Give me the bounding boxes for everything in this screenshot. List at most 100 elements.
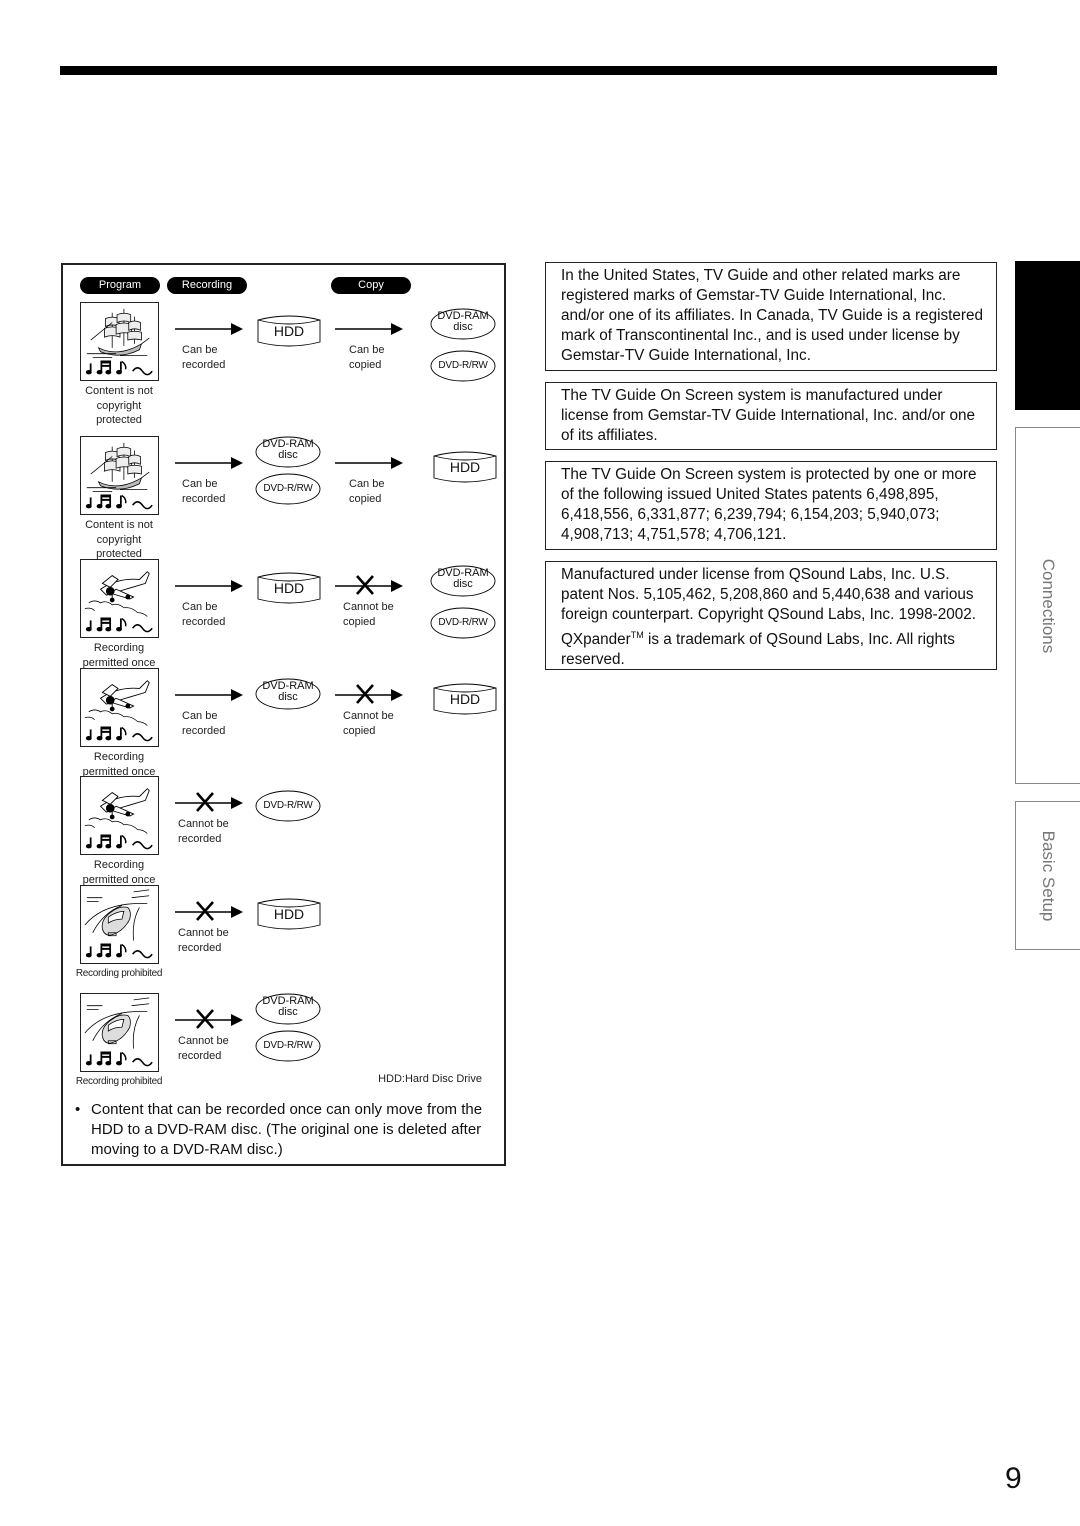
copy-protection-diagram: Program Recording Copy Content is not cop… xyxy=(61,263,506,1166)
table-row: Content is not copyright protected Can be re… xyxy=(63,302,504,426)
header-rule xyxy=(60,66,997,75)
dvd-rrw-label: DVD-R/RW xyxy=(438,360,488,371)
side-tab-basic-setup[interactable]: Basic Setup xyxy=(1015,801,1080,950)
status-line: recorded xyxy=(182,615,226,628)
status-line: copied xyxy=(343,615,376,628)
status-line: Can be xyxy=(182,601,218,613)
hdd-legend-note: HDD:Hard Disc Drive xyxy=(378,1073,482,1085)
status-line: recorded xyxy=(178,832,222,845)
car-picture xyxy=(80,885,159,964)
copy-status-label: Can be copied xyxy=(349,343,384,372)
dvd-rrw-disc-icon: DVD-R/RW xyxy=(430,607,496,639)
program-caption: Content is not copyright protected xyxy=(67,518,171,562)
side-tab-active[interactable] xyxy=(1015,261,1080,410)
dvd-ram-disc-icon: DVD-RAM disc xyxy=(430,308,496,340)
caption-line: Recording xyxy=(93,642,145,654)
hdd-label: HDD xyxy=(273,323,305,339)
move-note: • Content that can be recorded once can … xyxy=(75,1100,505,1160)
dvd-ram-sublabel: disc xyxy=(278,449,298,461)
status-line: Can be xyxy=(349,344,385,356)
program-caption: Recording permitted once xyxy=(67,750,171,779)
record-blocked-arrow xyxy=(175,901,243,921)
dvd-rrw-label: DVD-R/RW xyxy=(263,1040,313,1051)
status-line: recorded xyxy=(182,358,226,371)
record-arrow xyxy=(175,456,243,470)
status-line: recorded xyxy=(182,724,226,737)
record-status-label: Can be recorded xyxy=(182,709,225,738)
status-line: Can be xyxy=(349,478,385,490)
copy-status-label: Cannot be copied xyxy=(343,600,394,629)
hdd-icon: HDD xyxy=(257,314,321,348)
hdd-icon: HDD xyxy=(433,450,497,484)
status-line: Cannot be xyxy=(178,1035,229,1047)
dvd-rrw-disc-icon: DVD-R/RW xyxy=(255,473,321,505)
copy-blocked-arrow xyxy=(335,575,403,595)
notice-tv-guide-license: The TV Guide On Screen system is manufac… xyxy=(545,382,997,450)
header-copy: Copy xyxy=(331,277,411,294)
caption-line: Content is not xyxy=(85,385,153,397)
header-recording: Recording xyxy=(167,277,247,294)
record-arrow xyxy=(175,688,243,702)
record-status-label: Can be recorded xyxy=(182,477,225,506)
hdd-icon: HDD xyxy=(257,897,321,931)
dvd-ram-disc-icon: DVD-RAM disc xyxy=(430,565,496,597)
notice-qsound: Manufactured under license from QSound L… xyxy=(545,561,997,670)
hdd-label: HDD xyxy=(273,580,305,596)
status-line: Can be xyxy=(182,344,218,356)
caption-line: Recording prohibited xyxy=(75,968,163,979)
car-picture xyxy=(80,993,159,1072)
record-arrow xyxy=(175,579,243,593)
table-row: Recording permitted once Can be recorded DVD… xyxy=(63,668,504,779)
status-line: Can be xyxy=(182,478,218,490)
caption-line: Content is not xyxy=(85,519,153,531)
dvd-rrw-disc-icon: DVD-R/RW xyxy=(430,350,496,382)
dvd-ram-sublabel: disc xyxy=(278,691,298,703)
caption-line: protected xyxy=(96,414,142,426)
status-line: recorded xyxy=(178,941,222,954)
status-line: copied xyxy=(349,492,382,505)
dvd-ram-sublabel: disc xyxy=(453,578,473,590)
status-line: Cannot be xyxy=(178,927,229,939)
airplane-picture xyxy=(80,776,159,855)
dvd-ram-disc-icon: DVD-RAM disc xyxy=(255,993,321,1025)
move-note-text: Content that can be recorded once can on… xyxy=(91,1101,483,1158)
copy-blocked-arrow xyxy=(335,684,403,704)
dvd-rrw-label: DVD-R/RW xyxy=(263,483,313,494)
caption-line: Recording prohibited xyxy=(75,1076,163,1087)
dvd-rrw-label: DVD-R/RW xyxy=(263,800,313,811)
caption-line: copyright xyxy=(96,399,142,412)
program-caption: Recording prohibited xyxy=(67,1075,171,1090)
side-tab-label: Connections xyxy=(1039,558,1058,653)
hdd-label: HDD xyxy=(449,691,481,707)
status-line: Can be xyxy=(182,710,218,722)
trademark-mark: TM xyxy=(630,630,644,640)
copy-status-label: Cannot be copied xyxy=(343,709,394,738)
notice-text: The TV Guide On Screen system is protect… xyxy=(561,466,977,543)
status-line: copied xyxy=(349,358,382,371)
bullet-mark: • xyxy=(75,1101,81,1118)
status-line: copied xyxy=(343,724,376,737)
program-caption: Recording permitted once xyxy=(67,641,171,670)
hdd-icon: HDD xyxy=(257,571,321,605)
notice-tv-guide-marks: In the United States, TV Guide and other… xyxy=(545,262,997,371)
record-status-label: Can be recorded xyxy=(182,343,225,372)
table-row: Recording permitted once Cannot be recorded… xyxy=(63,776,504,887)
record-status-label: Cannot be recorded xyxy=(178,1034,229,1063)
program-caption: Recording prohibited xyxy=(67,967,171,982)
caption-line: Recording xyxy=(93,859,145,871)
status-line: Cannot be xyxy=(343,710,394,722)
hdd-icon: HDD xyxy=(433,682,497,716)
table-row: Content is not copyright protected Can be re… xyxy=(63,436,504,560)
caption-line: copyright xyxy=(96,533,142,546)
dvd-rrw-disc-icon: DVD-R/RW xyxy=(255,790,321,822)
airplane-picture xyxy=(80,668,159,747)
status-line: recorded xyxy=(178,1049,222,1062)
table-row: Recording permitted once Can be recorded HDD… xyxy=(63,559,504,670)
dvd-ram-disc-icon: DVD-RAM disc xyxy=(255,678,321,710)
program-caption: Content is not copyright protected xyxy=(67,384,171,428)
record-arrow xyxy=(175,322,243,336)
program-caption: Recording permitted once xyxy=(67,858,171,887)
sailing-ship-picture xyxy=(80,302,159,381)
side-tab-label: Basic Setup xyxy=(1039,830,1058,921)
side-tab-connections[interactable]: Connections xyxy=(1015,427,1080,784)
